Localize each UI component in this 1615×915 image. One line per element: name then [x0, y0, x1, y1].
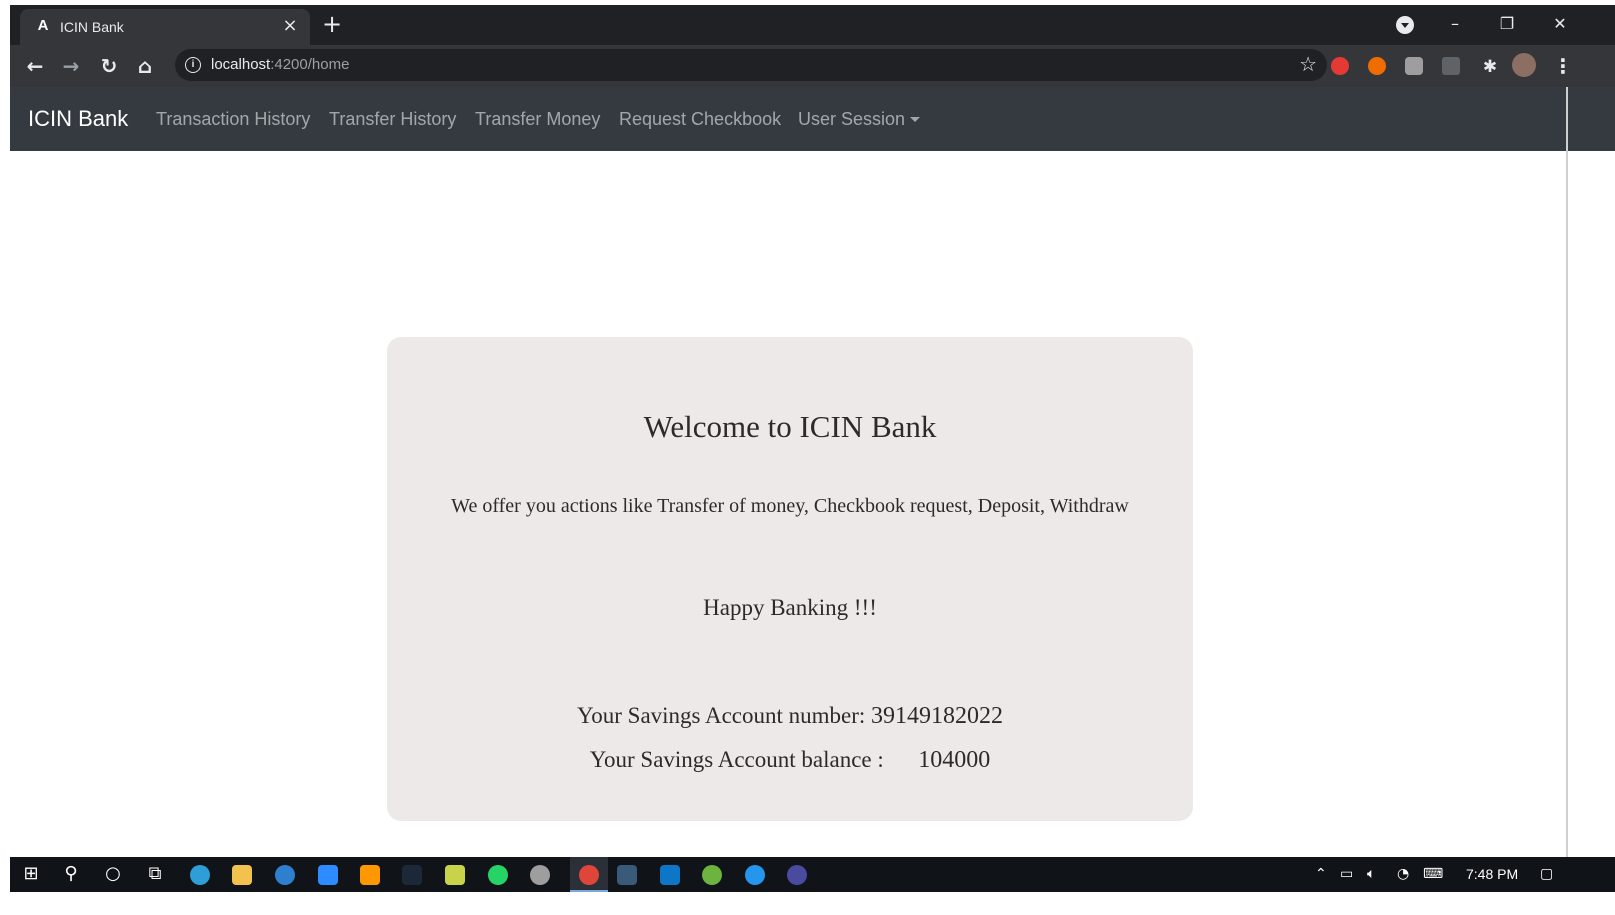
browser-tabstrip: A ICIN Bank × + – ❐ ✕ — [10, 5, 1615, 45]
services-description: We offer you actions like Transfer of mo… — [451, 495, 1129, 517]
spring-tool-icon[interactable] — [702, 865, 722, 885]
tab-title: ICIN Bank — [60, 19, 124, 35]
extension-glasses-icon[interactable] — [1405, 57, 1423, 75]
app-window-icon[interactable] — [617, 865, 637, 885]
nav-user-session-dropdown[interactable]: User Session — [798, 109, 921, 130]
tagline: Happy Banking !!! — [703, 595, 877, 620]
window-close-icon[interactable]: ✕ — [1545, 11, 1575, 37]
account-balance-value: 104000 — [918, 747, 991, 773]
app-navbar: ICIN Bank Transaction History Transfer H… — [10, 87, 1615, 151]
welcome-title: Welcome to ICIN Bank — [643, 409, 937, 444]
wifi-icon[interactable]: ◔ — [1397, 866, 1409, 882]
docker-icon[interactable] — [745, 865, 765, 885]
search-icon[interactable]: ⚲ — [60, 863, 82, 885]
windows-taskbar: ⊞ ⚲ ○ ⧉ ⌃ ▭ 🔈︎ ◔ ⌨ 7:48 PM ▢ — [10, 857, 1615, 892]
minimize-icon[interactable]: – — [1440, 11, 1470, 37]
steam-icon[interactable] — [402, 865, 422, 885]
nav-transaction-history[interactable]: Transaction History — [156, 109, 310, 130]
page-right-border — [1566, 87, 1568, 857]
zoom-icon[interactable] — [318, 865, 338, 885]
cortana-icon[interactable]: ○ — [102, 863, 124, 885]
internet-explorer-icon[interactable] — [275, 865, 295, 885]
url-text[interactable]: localhost:4200/home — [211, 56, 349, 73]
notepad-icon[interactable] — [445, 865, 465, 885]
new-tab-button[interactable]: + — [320, 12, 344, 37]
nav-request-checkbook[interactable]: Request Checkbook — [619, 109, 781, 130]
tab-close-icon[interactable]: × — [280, 16, 300, 36]
address-bar[interactable]: i localhost:4200/home ☆ — [175, 49, 1327, 81]
angular-favicon-icon: A — [37, 17, 49, 34]
info-icon[interactable]: i — [185, 57, 201, 73]
back-icon[interactable]: ← — [20, 51, 50, 81]
reload-icon[interactable]: ↻ — [94, 51, 124, 81]
file-explorer-icon[interactable] — [232, 865, 252, 885]
app-grey-icon[interactable] — [530, 865, 550, 885]
whatsapp-icon[interactable] — [488, 865, 508, 885]
edge-icon[interactable] — [190, 865, 210, 885]
taskbar-clock[interactable]: 7:48 PM — [1466, 866, 1518, 882]
puzzle-icon[interactable]: ✱ — [1475, 52, 1505, 82]
avatar[interactable] — [1512, 53, 1536, 77]
sublime-text-icon[interactable] — [360, 865, 380, 885]
account-number-value: 39149182022 — [871, 703, 1004, 729]
battery-icon[interactable]: ▭ — [1340, 866, 1353, 882]
browser-tab[interactable]: A ICIN Bank × — [20, 9, 310, 45]
account-number-row: Your Savings Account number: 39149182022 — [387, 703, 1193, 730]
navbar-brand[interactable]: ICIN Bank — [28, 106, 128, 132]
adblock-extension-icon[interactable] — [1331, 57, 1349, 75]
forward-icon[interactable]: → — [56, 51, 86, 81]
chrome-icon[interactable] — [579, 865, 599, 885]
nav-transfer-money[interactable]: Transfer Money — [475, 109, 600, 130]
account-balance-row: Your Savings Account balance : 104000 — [387, 747, 1193, 774]
windows-start-icon[interactable]: ⊞ — [20, 863, 42, 885]
vscode-icon[interactable] — [660, 865, 680, 885]
profile-menu-icon[interactable] — [1396, 16, 1414, 34]
notifications-icon[interactable]: ▢ — [1540, 866, 1553, 882]
browser-toolbar: ← → ↻ ⌂ i localhost:4200/home ☆ ✱ ⋮ — [10, 45, 1615, 87]
account-number-label: Your Savings Account number: — [576, 703, 872, 728]
bookmark-star-icon[interactable]: ☆ — [1299, 52, 1317, 76]
account-balance-label: Your Savings Account balance : — [589, 747, 919, 772]
restore-icon[interactable]: ❐ — [1492, 11, 1522, 37]
task-view-icon[interactable]: ⧉ — [144, 863, 166, 885]
welcome-card: Welcome to ICIN Bank We offer you action… — [387, 337, 1193, 821]
kebab-menu-icon[interactable]: ⋮ — [1548, 51, 1578, 81]
tray-chevron-icon[interactable]: ⌃ — [1315, 866, 1327, 882]
nav-transfer-history[interactable]: Transfer History — [329, 109, 456, 130]
caret-down-icon — [910, 117, 921, 122]
extension-fire-icon[interactable] — [1368, 57, 1386, 75]
keyboard-icon[interactable]: ⌨ — [1423, 866, 1443, 882]
eclipse-icon[interactable] — [787, 865, 807, 885]
extension-grey-icon[interactable] — [1442, 57, 1460, 75]
volume-icon[interactable]: 🔈︎ — [1367, 866, 1375, 882]
home-icon[interactable]: ⌂ — [130, 51, 160, 81]
